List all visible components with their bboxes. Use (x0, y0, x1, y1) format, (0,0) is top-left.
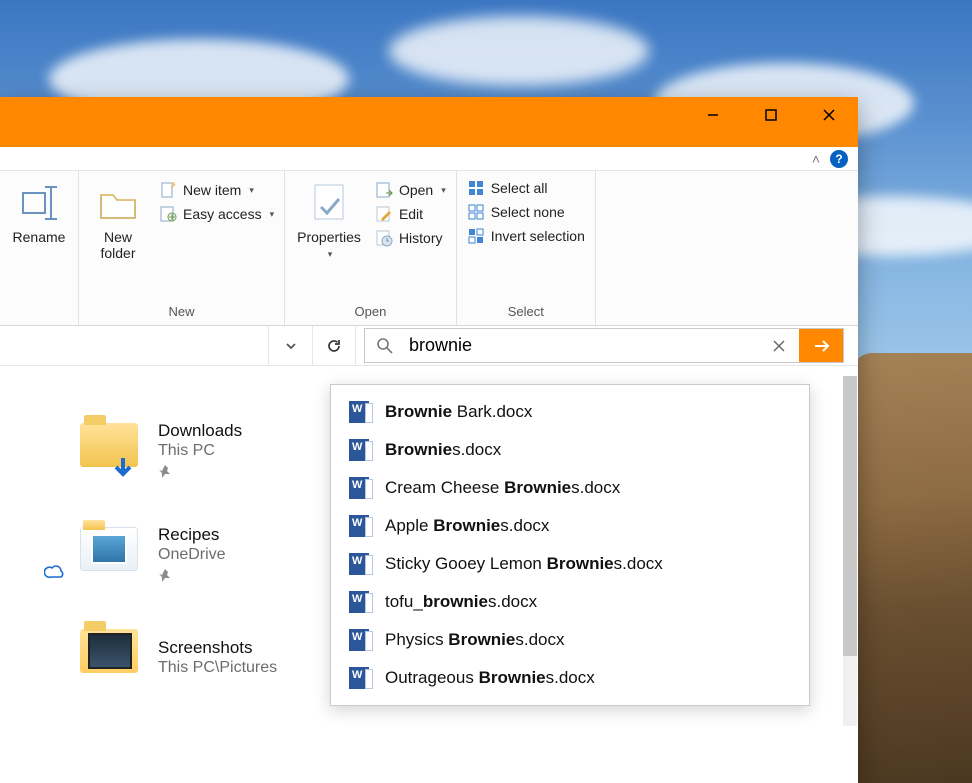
select-all-button[interactable]: Select all (467, 179, 585, 197)
ribbon-group-select: Select all Select none Invert selection … (457, 171, 596, 325)
suggestion-item[interactable]: Brownies.docx (331, 431, 809, 469)
new-item-button[interactable]: New item▾ (159, 181, 274, 199)
help-icon[interactable]: ? (830, 150, 848, 168)
invert-selection-button[interactable]: Invert selection (467, 227, 585, 245)
suggestion-text: tofu_brownies.docx (385, 592, 537, 612)
rename-button[interactable]: Rename (6, 177, 72, 249)
folder-name: Downloads (158, 421, 242, 441)
suggestion-item[interactable]: tofu_brownies.docx (331, 583, 809, 621)
open-icon (375, 181, 393, 199)
history-button[interactable]: History (375, 229, 446, 247)
suggestion-item[interactable]: Cream Cheese Brownies.docx (331, 469, 809, 507)
word-doc-icon (349, 667, 369, 689)
search-suggestions: Brownie Bark.docx Brownies.docx Cream Chee… (330, 384, 810, 706)
folder-icon (80, 527, 140, 583)
titlebar (0, 97, 858, 147)
dropdown-icon: ▾ (249, 185, 254, 196)
address-dropdown-button[interactable] (268, 326, 312, 365)
dropdown-icon: ▾ (328, 249, 333, 260)
easy-access-icon (159, 205, 177, 223)
suggestion-item[interactable]: Physics Brownies.docx (331, 621, 809, 659)
suggestion-text: Cream Cheese Brownies.docx (385, 478, 620, 498)
address-bar (0, 326, 858, 366)
word-doc-icon (349, 553, 369, 575)
pin-icon (158, 568, 226, 585)
folder-item[interactable]: RecipesOneDrive (80, 525, 277, 585)
edit-button[interactable]: Edit (375, 205, 446, 223)
suggestion-item[interactable]: Sticky Gooey Lemon Brownies.docx (331, 545, 809, 583)
folder-name: Recipes (158, 525, 226, 545)
folder-item[interactable]: DownloadsThis PC (80, 421, 277, 481)
search-input[interactable] (405, 329, 759, 362)
select-all-icon (467, 179, 485, 197)
rename-icon (17, 181, 61, 225)
dropdown-icon: ▾ (270, 209, 275, 220)
folder-icon (80, 629, 140, 685)
search-icon (365, 329, 405, 362)
suggestion-item[interactable]: Outrageous Brownies.docx (331, 659, 809, 697)
suggestion-text: Brownies.docx (385, 440, 501, 460)
folder-icon (80, 423, 140, 479)
ribbon-header: ˄ ? (0, 147, 858, 171)
suggestion-text: Apple Brownies.docx (385, 516, 549, 536)
folder-name: Screenshots (158, 638, 277, 658)
open-button[interactable]: Open▾ (375, 181, 446, 199)
ribbon: Rename New folder New (0, 171, 858, 326)
clear-search-button[interactable] (759, 329, 799, 362)
ribbon-group-new: New folder New item▾ Easy access▾ (79, 171, 285, 325)
word-doc-icon (349, 477, 369, 499)
properties-icon (307, 181, 351, 225)
history-icon (375, 229, 393, 247)
refresh-button[interactable] (312, 326, 356, 365)
search-submit-button[interactable] (799, 329, 843, 362)
edit-icon (375, 205, 393, 223)
cloud-status-icon (44, 564, 66, 583)
easy-access-button[interactable]: Easy access▾ (159, 205, 274, 223)
folder-location: OneDrive (158, 546, 226, 564)
folder-icon (96, 181, 140, 225)
suggestion-item[interactable]: Brownie Bark.docx (331, 393, 809, 431)
word-doc-icon (349, 629, 369, 651)
properties-button[interactable]: Properties ▾ (291, 177, 367, 264)
invert-selection-icon (467, 227, 485, 245)
suggestion-text: Sticky Gooey Lemon Brownies.docx (385, 554, 663, 574)
new-folder-button[interactable]: New folder (85, 177, 151, 265)
dropdown-icon: ▾ (441, 185, 446, 196)
folder-location: This PC (158, 442, 242, 460)
folder-item[interactable]: ScreenshotsThis PC\Pictures (80, 629, 277, 685)
select-none-icon (467, 203, 485, 221)
scrollbar[interactable] (843, 376, 857, 726)
close-button[interactable] (800, 97, 858, 133)
minimize-button[interactable] (684, 97, 742, 133)
pin-icon (158, 464, 242, 481)
maximize-button[interactable] (742, 97, 800, 133)
search-box (364, 328, 844, 363)
collapse-ribbon-icon[interactable]: ˄ (812, 151, 820, 167)
ribbon-group-open: Properties ▾ Open▾ Edit (285, 171, 457, 325)
folder-location: This PC\Pictures (158, 659, 277, 677)
suggestion-text: Physics Brownies.docx (385, 630, 565, 650)
suggestion-item[interactable]: Apple Brownies.docx (331, 507, 809, 545)
word-doc-icon (349, 515, 369, 537)
word-doc-icon (349, 439, 369, 461)
word-doc-icon (349, 401, 369, 423)
suggestion-text: Outrageous Brownies.docx (385, 668, 595, 688)
word-doc-icon (349, 591, 369, 613)
suggestion-text: Brownie Bark.docx (385, 402, 532, 422)
new-item-icon (159, 181, 177, 199)
select-none-button[interactable]: Select none (467, 203, 585, 221)
